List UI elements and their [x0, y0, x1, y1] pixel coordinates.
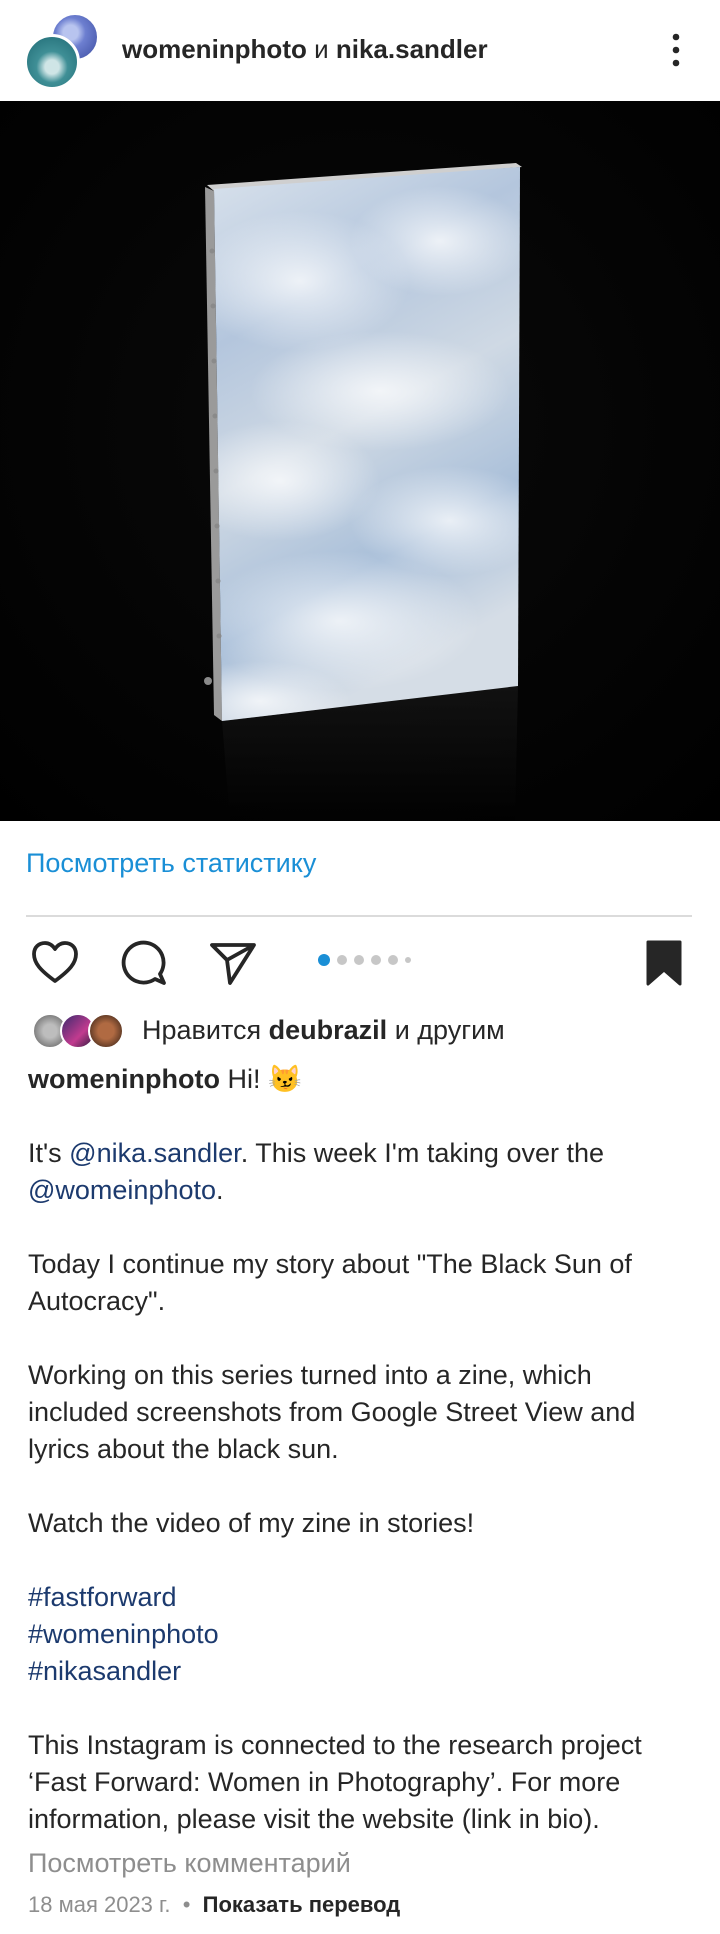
- post-header: womeninphoto и nika.sandler: [0, 0, 720, 101]
- post-date: 18 мая 2023 г.: [28, 1892, 171, 1917]
- mention-link[interactable]: @nika.sandler: [69, 1138, 241, 1168]
- caption-paragraph: Watch the video of my zine in stories!: [28, 1508, 475, 1538]
- comment-icon[interactable]: [119, 938, 169, 988]
- avatar-womeninphoto[interactable]: [24, 34, 80, 90]
- more-vertical-icon[interactable]: [664, 30, 688, 70]
- divider: [26, 915, 692, 917]
- caption-paragraph: Working on this series turned into a zin…: [28, 1360, 636, 1464]
- hashtag-link[interactable]: #fastforward: [28, 1579, 692, 1616]
- post-caption: womeninphoto Hi! 😼 It's @nika.sandler. T…: [28, 1061, 692, 1838]
- caption-text: . This week I'm taking over the: [240, 1138, 605, 1168]
- liker-avatar: [88, 1013, 124, 1049]
- zine-image: [0, 101, 720, 821]
- caption-paragraph: This Instagram is connected to the resea…: [28, 1730, 642, 1834]
- likes-prefix: Нравится: [142, 1015, 262, 1045]
- hashtag-link[interactable]: #womeninphoto: [28, 1616, 692, 1653]
- post-photo[interactable]: [0, 101, 720, 821]
- carousel-dot: [371, 955, 381, 965]
- caption-author[interactable]: womeninphoto: [28, 1064, 220, 1094]
- post-authors: womeninphoto и nika.sandler: [122, 34, 488, 65]
- view-statistics-link[interactable]: Посмотреть статистику: [26, 848, 316, 879]
- likers-avatars[interactable]: [32, 1013, 130, 1049]
- caption-greeting: Hi! 😼: [227, 1064, 302, 1094]
- carousel-indicator: [318, 953, 411, 967]
- carousel-dot: [354, 955, 364, 965]
- heart-icon[interactable]: [30, 938, 80, 988]
- caption-paragraph: Today I continue my story about "The Bla…: [28, 1249, 632, 1316]
- authors-conjunction: и: [314, 34, 329, 64]
- view-comments-link[interactable]: Посмотреть комментарий: [28, 1848, 351, 1879]
- caption-text: It's: [28, 1138, 70, 1168]
- collab-avatars[interactable]: [24, 10, 106, 92]
- likes-summary[interactable]: Нравится deubrazil и другим: [142, 1015, 505, 1046]
- hashtag-link[interactable]: #nikasandler: [28, 1653, 692, 1690]
- show-translation-link[interactable]: Показать перевод: [203, 1892, 401, 1917]
- carousel-dot: [405, 957, 411, 963]
- likes-suffix: и другим: [394, 1015, 505, 1045]
- author-username-2[interactable]: nika.sandler: [336, 34, 488, 64]
- author-username-1[interactable]: womeninphoto: [122, 34, 307, 64]
- liker-username[interactable]: deubrazil: [269, 1015, 388, 1045]
- carousel-dot: [337, 955, 347, 965]
- carousel-dot: [388, 955, 398, 965]
- mention-link[interactable]: @womeinphoto: [28, 1175, 216, 1205]
- footer-separator: •: [182, 1892, 191, 1917]
- bookmark-filled-icon[interactable]: [642, 938, 686, 988]
- caption-text: .: [216, 1175, 224, 1205]
- share-icon[interactable]: [208, 938, 258, 988]
- carousel-dot: [318, 954, 330, 966]
- post-footer: 18 мая 2023 г. • Показать перевод: [28, 1892, 400, 1918]
